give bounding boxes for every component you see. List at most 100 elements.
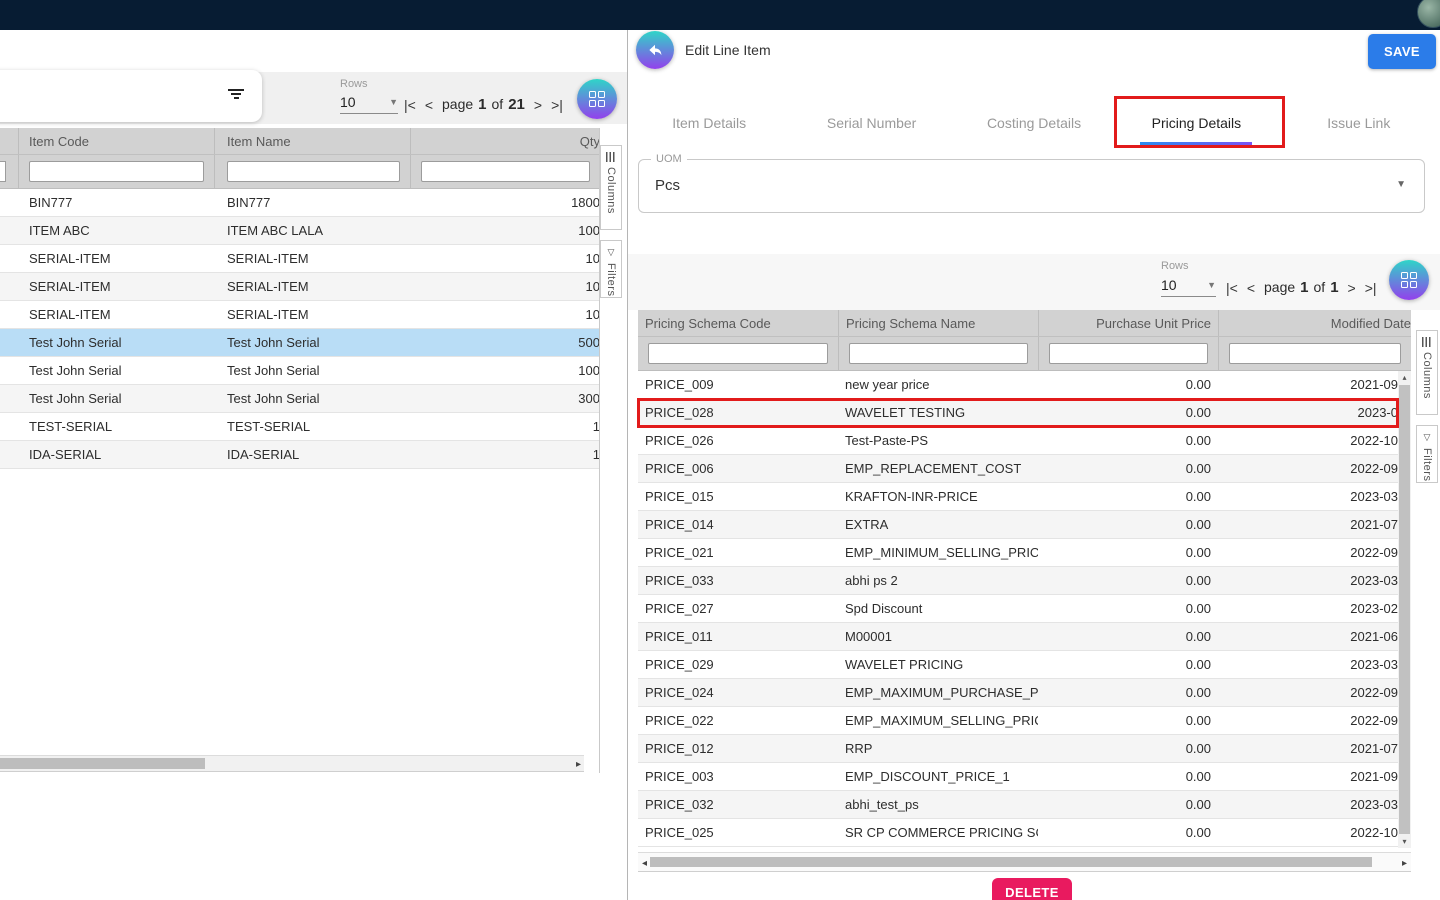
pricing-row[interactable]: PRICE_009new year price0.002021-09 xyxy=(638,371,1398,399)
grid-view-button[interactable] xyxy=(1389,260,1429,300)
pricing-row[interactable]: PRICE_027Spd Discount0.002023-02 xyxy=(638,595,1398,623)
modified-date-cell: 2022-10 xyxy=(1218,433,1398,448)
modified-date-filter-input[interactable] xyxy=(1229,343,1401,364)
prev-page-button[interactable]: < xyxy=(425,97,433,113)
pricing-row[interactable]: PRICE_021EMP_MINIMUM_SELLING_PRICE0.0020… xyxy=(638,539,1398,567)
pricing-row[interactable]: PRICE_011M000010.002021-06 xyxy=(638,623,1398,651)
left-columns-side-tab[interactable]: Columns xyxy=(600,145,622,230)
pricing-row[interactable]: PRICE_003EMP_DISCOUNT_PRICE_10.002021-09 xyxy=(638,763,1398,791)
qty-header[interactable]: Qty xyxy=(410,128,600,154)
item-table-row[interactable]: SERIAL-ITEMSERIAL-ITEM10 xyxy=(0,301,600,329)
scrollbar-thumb[interactable] xyxy=(650,857,1372,867)
schema-code-header[interactable]: Pricing Schema Code xyxy=(638,316,838,331)
back-button[interactable] xyxy=(636,31,674,69)
modified-date-filter-cell xyxy=(1218,337,1411,370)
tab-issue-link[interactable]: Issue Link xyxy=(1278,100,1440,145)
item-search-box[interactable] xyxy=(0,70,262,122)
clipped-filter-input[interactable] xyxy=(0,161,6,182)
prev-page-button[interactable]: < xyxy=(1247,280,1255,296)
pricing-row[interactable]: PRICE_033abhi ps 20.002023-03 xyxy=(638,567,1398,595)
modified-date-cell: 2023-02 xyxy=(1218,601,1398,616)
pricing-row[interactable]: PRICE_032abhi_test_ps0.002023-03 xyxy=(638,791,1398,819)
pricing-row-annotated[interactable]: PRICE_028WAVELET TESTING0.002023-0 xyxy=(638,399,1398,427)
modified-date-cell: 2021-07 xyxy=(1218,517,1398,532)
pricing-row[interactable]: PRICE_024EMP_MAXIMUM_PURCHASE_P...0.0020… xyxy=(638,679,1398,707)
item-name-header[interactable]: Item Name xyxy=(214,128,410,154)
tab-item-details[interactable]: Item Details xyxy=(628,100,790,145)
purchase-unit-price-header[interactable]: Purchase Unit Price xyxy=(1038,310,1218,336)
rows-per-page-select[interactable]: 10 ▼ xyxy=(1161,277,1216,297)
item-table-row[interactable]: TEST-SERIALTEST-SERIAL1 xyxy=(0,413,600,441)
pricing-row[interactable]: PRICE_026Test-Paste-PS0.002022-10 xyxy=(638,427,1398,455)
next-page-button[interactable]: > xyxy=(534,97,542,113)
scrollbar-thumb[interactable] xyxy=(0,758,205,769)
item-table-row[interactable]: Test John SerialTest John Serial500 xyxy=(0,329,600,357)
user-avatar[interactable] xyxy=(1417,0,1440,28)
pricing-row[interactable]: PRICE_014EXTRA0.002021-07 xyxy=(638,511,1398,539)
right-horizontal-scrollbar[interactable]: ◂ ▸ xyxy=(638,852,1411,872)
last-page-button[interactable]: >| xyxy=(1365,280,1377,296)
item-table-row[interactable]: Test John SerialTest John Serial100 xyxy=(0,357,600,385)
next-page-button[interactable]: > xyxy=(1348,280,1356,296)
purchase-price-filter-input[interactable] xyxy=(1049,343,1208,364)
scroll-right-icon[interactable]: ▸ xyxy=(1402,857,1407,870)
item-table-row[interactable]: Test John SerialTest John Serial300 xyxy=(0,385,600,413)
item-table-row[interactable]: BIN777BIN7771800 xyxy=(0,189,600,217)
modified-date-cell: 2022-09 xyxy=(1218,713,1398,728)
pricing-row[interactable]: PRICE_029WAVELET PRICING0.002023-03 xyxy=(638,651,1398,679)
pricing-row[interactable]: PRICE_025SR CP COMMERCE PRICING SC...0.0… xyxy=(638,819,1398,847)
uom-select[interactable]: UOM Pcs ▼ xyxy=(638,159,1425,213)
modified-date-cell: 2021-07 xyxy=(1218,741,1398,756)
delete-button[interactable]: DELETE xyxy=(992,878,1072,900)
item-code-filter-input[interactable] xyxy=(29,161,204,182)
back-arrow-icon xyxy=(646,41,664,59)
schema-name-header[interactable]: Pricing Schema Name xyxy=(838,310,1038,336)
tab-strip: Item Details Serial Number Costing Detai… xyxy=(628,100,1440,145)
purchase-price-cell: 0.00 xyxy=(1038,713,1218,728)
qty-filter-input[interactable] xyxy=(421,161,590,182)
item-name-cell: BIN777 xyxy=(214,189,410,216)
pricing-row[interactable]: PRICE_012RRP0.002021-07 xyxy=(638,735,1398,763)
item-table-row[interactable]: ITEM ABCITEM ABC LALA100 xyxy=(0,217,600,245)
scroll-left-icon[interactable]: ◂ xyxy=(642,857,647,870)
left-horizontal-scrollbar[interactable]: ▸ xyxy=(0,755,584,772)
item-name-filter-input[interactable] xyxy=(227,161,400,182)
right-columns-side-tab[interactable]: Columns xyxy=(1416,330,1438,415)
schema-name-filter-input[interactable] xyxy=(849,343,1028,364)
schema-code-filter-input[interactable] xyxy=(648,343,828,364)
pricing-row[interactable]: PRICE_006EMP_REPLACEMENT_COST0.002022-09 xyxy=(638,455,1398,483)
purchase-price-cell: 0.00 xyxy=(1038,629,1218,644)
right-vertical-scrollbar[interactable]: ▴ ▾ xyxy=(1398,371,1411,848)
item-table-row[interactable]: SERIAL-ITEMSERIAL-ITEM10 xyxy=(0,273,600,301)
page-word: page xyxy=(1264,279,1295,295)
pricing-row[interactable]: PRICE_015KRAFTON-INR-PRICE0.002023-03 xyxy=(638,483,1398,511)
qty-filter-cell xyxy=(410,155,600,188)
tab-serial-number[interactable]: Serial Number xyxy=(790,100,952,145)
modified-date-header[interactable]: Modified Date xyxy=(1218,310,1411,336)
tab-pricing-details[interactable]: Pricing Details xyxy=(1115,100,1277,145)
save-button[interactable]: SAVE xyxy=(1368,34,1436,69)
schema-name-cell: RRP xyxy=(838,741,1038,756)
right-pagination: |< < page 1 of 1 > >| xyxy=(1226,279,1377,296)
modified-date-cell: 2023-03 xyxy=(1218,573,1398,588)
grid-view-button[interactable] xyxy=(577,79,617,119)
filter-sort-icon[interactable] xyxy=(228,89,244,103)
item-table-row[interactable]: IDA-SERIALIDA-SERIAL1 xyxy=(0,441,600,469)
scroll-up-icon[interactable]: ▴ xyxy=(1398,373,1411,382)
right-filters-side-tab[interactable]: ▽ Filters xyxy=(1416,425,1438,483)
left-filters-side-tab[interactable]: ▽ Filters xyxy=(600,240,622,298)
last-page-button[interactable]: >| xyxy=(551,97,563,113)
scroll-down-icon[interactable]: ▾ xyxy=(1398,837,1411,846)
item-code-header[interactable]: Item Code xyxy=(18,128,214,154)
first-page-button[interactable]: |< xyxy=(1226,280,1238,296)
item-table-row[interactable]: SERIAL-ITEMSERIAL-ITEM10 xyxy=(0,245,600,273)
tab-costing-details[interactable]: Costing Details xyxy=(953,100,1115,145)
pricing-row[interactable]: PRICE_022EMP_MAXIMUM_SELLING_PRICE0.0020… xyxy=(638,707,1398,735)
first-page-button[interactable]: |< xyxy=(404,97,416,113)
scrollbar-thumb[interactable] xyxy=(1399,385,1410,834)
rows-per-page-select[interactable]: 10 ▼ xyxy=(340,94,398,114)
item-name-cell: Test John Serial xyxy=(214,329,410,356)
qty-cell: 1800 xyxy=(410,189,600,216)
schema-code-cell: PRICE_025 xyxy=(638,825,838,840)
scroll-right-icon[interactable]: ▸ xyxy=(576,758,581,771)
